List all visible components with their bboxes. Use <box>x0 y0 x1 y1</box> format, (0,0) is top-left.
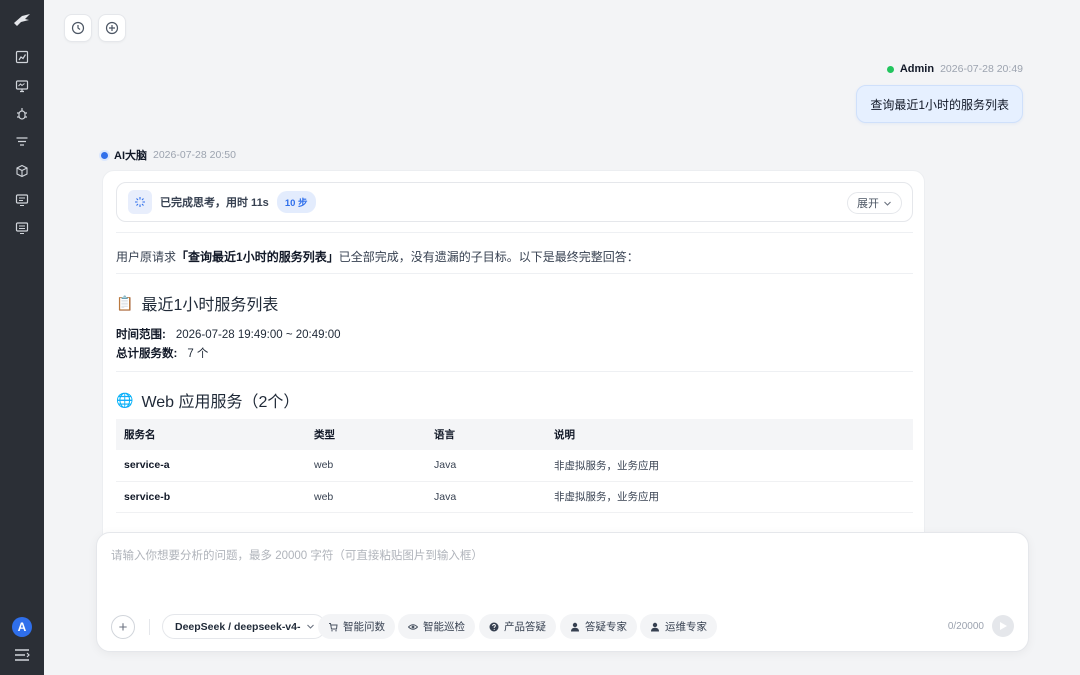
answer-intro: 用户原请求「查询最近1小时的服务列表」已全部完成，没有遗漏的子目标。以下是最终完… <box>116 248 639 265</box>
question-input[interactable] <box>111 547 1011 587</box>
chip-smart-inspection[interactable]: 智能巡检 <box>398 614 475 639</box>
section-title-services: 📋 最近1小时服务列表 <box>116 291 278 315</box>
table-header: 说明 <box>546 419 913 450</box>
chip-label: 智能巡检 <box>423 621 465 633</box>
divider <box>116 273 913 274</box>
total-value: 7 个 <box>187 348 209 360</box>
eye-icon <box>408 623 418 630</box>
cube-icon[interactable] <box>13 162 31 180</box>
plus-icon: + <box>118 618 128 636</box>
message-icon[interactable] <box>13 191 31 209</box>
user-timestamp: 2026-07-28 20:49 <box>940 63 1023 75</box>
table-header: 服务名 <box>116 419 306 450</box>
intro-prefix: 用户原请求 <box>116 250 177 264</box>
section-title-web: 🌐 Web 应用服务（2个） <box>116 388 299 412</box>
divider <box>116 371 913 372</box>
plus-circle-icon <box>105 21 119 35</box>
divider <box>149 619 150 635</box>
intro-suffix: 已全部完成，没有遗漏的子目标。以下是最终完整回答： <box>338 250 639 264</box>
chip-label: 智能问数 <box>343 621 385 633</box>
table-row: service-b web Java 非虚拟服务，业务应用 <box>116 481 913 513</box>
table-cell: web <box>306 450 426 482</box>
user-icon <box>571 622 579 631</box>
bug-icon[interactable] <box>13 105 31 123</box>
table-cell: Java <box>426 481 546 513</box>
table-cell: 非虚拟服务，业务应用 <box>546 481 913 513</box>
clock-icon <box>71 21 85 35</box>
composer: + DeepSeek / deepseek-v4- 智能问数 智能巡检 产品答疑… <box>96 532 1029 652</box>
table-cell: Java <box>426 450 546 482</box>
char-counter: 0/20000 <box>947 621 984 632</box>
table-cell: service-a <box>116 450 306 482</box>
new-chat-button[interactable] <box>98 14 126 42</box>
services-table: 服务名 类型 语言 说明 service-a web Java 非虚拟服务，业务… <box>116 419 913 513</box>
online-dot-icon <box>886 65 894 73</box>
sidebar: A <box>0 0 44 675</box>
time-range-label: 时间范围: <box>116 329 166 341</box>
user-message-bubble: 查询最近1小时的服务列表 <box>856 85 1023 123</box>
table-row: service-a web Java 非虚拟服务，业务应用 <box>116 450 913 482</box>
thinking-status: 已完成思考，用时 11s <box>160 197 269 209</box>
send-button[interactable] <box>992 615 1014 637</box>
expand-label: 展开 <box>857 198 879 210</box>
ai-message-meta: AI大脑 2026-07-28 20:50 <box>101 147 236 163</box>
sparkle-icon <box>128 190 152 214</box>
table-header-row: 服务名 类型 语言 说明 <box>116 419 913 450</box>
chip-qa-expert[interactable]: 答疑专家 <box>560 614 637 639</box>
chat-icon[interactable] <box>13 219 31 237</box>
thinking-panel: 已完成思考，用时 11s 10 步 展开 <box>116 182 913 222</box>
ai-dot-icon <box>101 151 108 159</box>
section1-title-text: 最近1小时服务列表 <box>141 297 279 314</box>
table-header: 类型 <box>306 419 426 450</box>
chip-product-qa[interactable]: 产品答疑 <box>479 614 556 639</box>
table-cell: web <box>306 481 426 513</box>
avatar[interactable]: A <box>12 617 32 637</box>
table-header: 语言 <box>426 419 546 450</box>
table-cell: 非虚拟服务，业务应用 <box>546 450 913 482</box>
attach-button[interactable]: + <box>111 615 135 639</box>
section2-title-text: Web 应用服务（2个） <box>141 394 300 411</box>
model-label: DeepSeek / deepseek-v4- <box>175 620 301 633</box>
chip-ops-expert[interactable]: 运维专家 <box>640 614 717 639</box>
send-icon <box>1000 622 1007 630</box>
total-label: 总计服务数: <box>116 348 178 360</box>
monitor-icon[interactable] <box>13 77 31 95</box>
chip-smart-query[interactable]: 智能问数 <box>318 614 395 639</box>
chip-label: 答疑专家 <box>585 621 627 633</box>
steps-badge: 10 步 <box>276 191 316 213</box>
total-services: 总计服务数: 7 个 <box>116 345 208 361</box>
chip-label: 产品答疑 <box>504 621 546 633</box>
filter-icon[interactable] <box>13 133 31 151</box>
divider <box>116 232 913 233</box>
time-range-value: 2026-07-28 19:49:00 ~ 20:49:00 <box>175 329 341 341</box>
chip-label: 运维专家 <box>665 621 707 633</box>
user-message-meta: Admin 2026-07-28 20:49 <box>886 63 1023 75</box>
history-button[interactable] <box>64 14 92 42</box>
table-cell: service-b <box>116 481 306 513</box>
model-selector[interactable]: DeepSeek / deepseek-v4- <box>162 614 326 639</box>
ai-timestamp: 2026-07-28 20:50 <box>153 149 236 161</box>
clipboard-icon: 📋 <box>116 294 134 311</box>
globe-icon: 🌐 <box>116 391 134 408</box>
user-name: Admin <box>899 63 935 75</box>
chevron-down-icon <box>884 201 891 206</box>
ai-name: AI大脑 <box>114 150 147 162</box>
expand-button[interactable]: 展开 <box>847 192 902 214</box>
question-icon <box>489 622 499 631</box>
logo-icon[interactable] <box>12 12 32 28</box>
collapse-menu-icon[interactable] <box>14 648 30 662</box>
intro-quote: 「查询最近1小时的服务列表」 <box>176 250 339 264</box>
ai-message-card: 已完成思考，用时 11s 10 步 展开 用户原请求「查询最近1小时的服务列表」… <box>102 170 925 550</box>
user-icon <box>651 622 659 631</box>
time-range: 时间范围: 2026-07-28 19:49:00 ~ 20:49:00 <box>116 326 341 342</box>
chart-icon[interactable] <box>13 48 31 66</box>
cart-icon <box>329 622 338 631</box>
chevron-down-icon <box>306 624 314 629</box>
